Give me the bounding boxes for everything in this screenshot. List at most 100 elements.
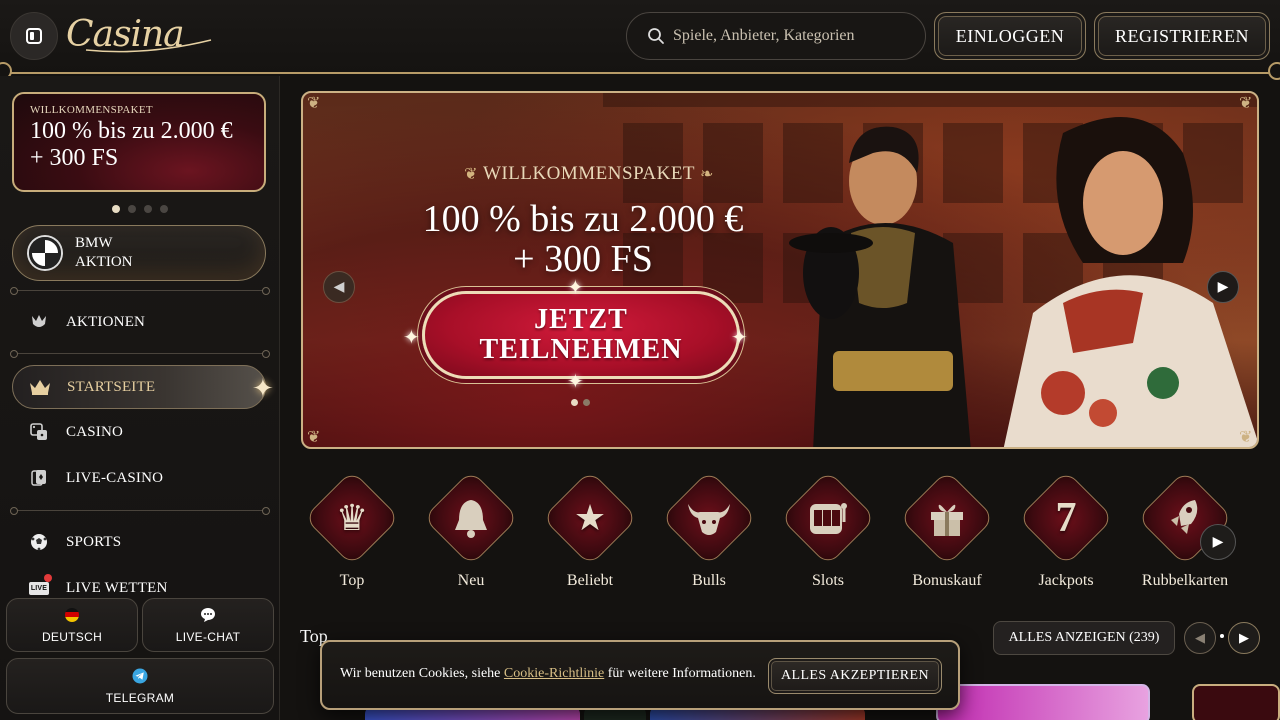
top-header: Casina EINLOGGEN REGISTRIEREN xyxy=(0,0,1280,80)
cookie-policy-link[interactable]: Cookie-Richtlinie xyxy=(504,666,604,681)
sparkle-icon: ✦ xyxy=(731,327,748,349)
corner-ornament-icon: ❦ xyxy=(307,429,321,446)
categories-next-button[interactable]: ▶ xyxy=(1200,524,1236,560)
sidebar-promo-card[interactable]: WILLKOMMENSPAKET 100 % bis zu 2.000 € + … xyxy=(12,92,266,192)
sidebar-item-live-casino[interactable]: LIVE-CASINO xyxy=(12,456,266,500)
crown-icon: ♛ xyxy=(335,498,369,538)
search-icon xyxy=(648,28,664,44)
cookie-banner: Wir benutzen Cookies, siehe Cookie-Richt… xyxy=(320,640,960,710)
live-chat-label: LIVE-CHAT xyxy=(175,629,241,644)
live-badge: LIVE xyxy=(28,581,50,595)
category-slots[interactable]: Slots xyxy=(778,469,878,600)
hero-banner[interactable]: ❦ WILLKOMMENSPAKET ❧ 100 % bis zu 2.000 … xyxy=(301,91,1259,449)
cookie-text: Wir benutzen Cookies, siehe Cookie-Richt… xyxy=(340,666,756,682)
pager-dot xyxy=(1220,634,1224,638)
hero-title-line-2: + 300 FS xyxy=(513,238,653,280)
promo-carousel-dots xyxy=(112,205,168,213)
game-tile[interactable] xyxy=(1192,684,1280,720)
gift-icon xyxy=(897,492,997,544)
category-label: Bonuskauf xyxy=(912,572,982,589)
accept-all-cookies-button[interactable]: ALLES AKZEPTIEREN xyxy=(768,658,942,694)
corner-ornament-icon: ❦ xyxy=(307,95,321,112)
category-label: Bulls xyxy=(692,572,726,589)
sidebar-item-aktionen[interactable]: AKTIONEN xyxy=(12,300,266,344)
hero-prev-button[interactable]: ◀ xyxy=(323,271,355,303)
header-ornament-right xyxy=(1268,62,1280,80)
dice-icon xyxy=(28,421,50,443)
star-icon: ★ xyxy=(573,498,607,538)
sidebar: WILLKOMMENSPAKET 100 % bis zu 2.000 € + … xyxy=(0,76,280,720)
bmw-line-2: AKTION xyxy=(75,254,133,270)
sidebar-item-label: AKTIONEN xyxy=(66,313,146,330)
game-tile[interactable] xyxy=(936,684,1150,720)
sidebar-divider xyxy=(10,350,270,358)
promo-line-1: 100 % bis zu 2.000 € xyxy=(30,118,233,144)
category-neu[interactable]: Neu xyxy=(421,469,521,600)
category-label: Top xyxy=(339,572,365,589)
sparkle-icon: ✦ xyxy=(567,277,584,299)
sidebar-item-startseite[interactable]: STARTSEITE xyxy=(12,365,266,409)
sparkle-icon: ✦ xyxy=(567,371,584,393)
crown-icon xyxy=(29,376,51,398)
carousel-dot[interactable] xyxy=(112,205,120,213)
chat-bubble-icon xyxy=(200,607,216,626)
logo-swash xyxy=(85,39,212,53)
flourish-left-icon: ❦ xyxy=(464,166,479,183)
category-beliebt[interactable]: ★ Beliebt xyxy=(540,469,640,600)
search-input[interactable] xyxy=(673,27,913,45)
sidebar-item-casino[interactable]: CASINO xyxy=(12,410,266,454)
carousel-dot[interactable] xyxy=(571,399,578,406)
category-jackpots[interactable]: 7 Jackpots xyxy=(1016,469,1116,600)
search-box[interactable] xyxy=(626,12,926,60)
bmw-label: BMW AKTION xyxy=(75,234,133,272)
hero-title-line-1: 100 % bis zu 2.000 € xyxy=(422,198,744,240)
bmw-line-1: BMW xyxy=(75,235,113,251)
sidebar-toggle-button[interactable] xyxy=(10,12,58,60)
casino-logo[interactable]: Casina xyxy=(66,10,216,60)
category-label: Neu xyxy=(457,572,485,589)
sidebar-toggle-icon xyxy=(26,28,42,44)
bmw-promo-button[interactable]: BMW AKTION xyxy=(12,225,266,281)
show-all-button[interactable]: ALLES ANZEIGEN (239) xyxy=(993,621,1175,655)
category-label: Rubbelkarten xyxy=(1141,572,1229,589)
hero-next-button[interactable]: ▶ xyxy=(1207,271,1239,303)
bmw-logo-icon xyxy=(29,237,61,269)
carousel-dot[interactable] xyxy=(160,205,168,213)
german-flag-icon xyxy=(64,607,80,626)
cookie-text-before: Wir benutzen Cookies, siehe xyxy=(340,666,501,681)
sidebar-item-label: LIVE-CASINO xyxy=(66,469,164,486)
slot-machine-icon xyxy=(778,492,878,544)
carousel-dot[interactable] xyxy=(144,205,152,213)
corner-ornament-icon: ❦ xyxy=(1239,429,1253,446)
language-button[interactable]: DEUTSCH xyxy=(6,598,138,652)
hero-carousel-dots xyxy=(571,399,590,406)
section-next-button[interactable]: ▶ xyxy=(1228,622,1260,654)
corner-ornament-icon: ❦ xyxy=(1239,95,1253,112)
register-button[interactable]: REGISTRIEREN xyxy=(1094,12,1270,60)
section-prev-button[interactable]: ◀ xyxy=(1184,622,1216,654)
sidebar-item-label: LIVE WETTEN xyxy=(66,579,168,596)
live-chat-button[interactable]: LIVE-CHAT xyxy=(142,598,274,652)
category-bulls[interactable]: Bulls xyxy=(659,469,759,600)
sparkle-icon: ✦ xyxy=(403,327,420,349)
telegram-icon xyxy=(132,668,148,687)
sidebar-divider xyxy=(10,287,270,295)
sidebar-item-sports[interactable]: SPORTS xyxy=(12,520,266,564)
login-button[interactable]: EINLOGGEN xyxy=(934,12,1086,60)
promo-line-2: + 300 FS xyxy=(30,145,119,171)
category-bonuskauf[interactable]: Bonuskauf xyxy=(897,469,997,600)
carousel-dot[interactable] xyxy=(128,205,136,213)
category-label: Beliebt xyxy=(566,572,614,589)
category-top[interactable]: ♛ Top xyxy=(302,469,402,600)
hero-title: 100 % bis zu 2.000 € + 300 FS xyxy=(363,199,803,279)
join-now-button[interactable]: JETZT TEILNEHMEN xyxy=(422,291,740,379)
sidebar-item-label: STARTSEITE xyxy=(67,378,156,395)
sidebar-item-label: CASINO xyxy=(66,423,124,440)
telegram-button[interactable]: TELEGRAM xyxy=(6,658,274,714)
category-label: Slots xyxy=(811,572,844,589)
carousel-dot[interactable] xyxy=(583,399,590,406)
flourish-right-icon: ❧ xyxy=(699,166,714,183)
hero-tag-text: WILLKOMMENSPAKET xyxy=(482,163,695,184)
seven-icon: 7 xyxy=(1055,495,1077,541)
active-sparkle-icon: ✦ xyxy=(252,374,274,403)
